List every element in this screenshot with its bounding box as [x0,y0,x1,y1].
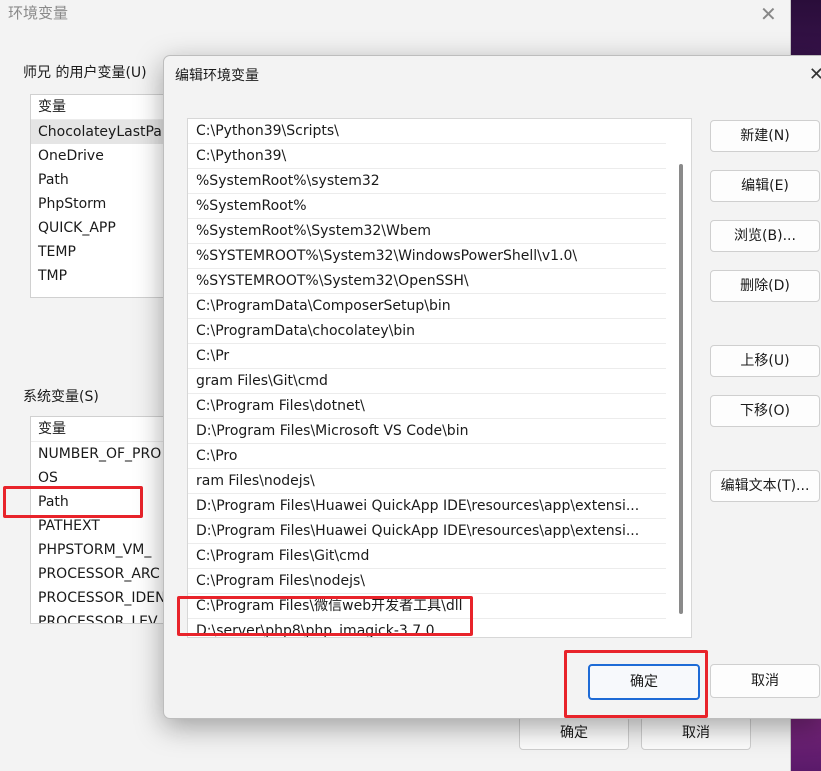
path-entry[interactable]: C:\Program Files\微信web开发者工具\dll [188,594,666,619]
edit-environment-variable-dialog: 编辑环境变量 ✕ C:\Python39\Scripts\ C:\Python3… [163,55,821,719]
delete-button[interactable]: 删除(D) [710,270,820,302]
system-variables-label: 系统变量(S) [23,389,99,405]
path-entry[interactable]: D:\Program Files\Microsoft VS Code\bin [188,419,666,444]
edit-button[interactable]: 编辑(E) [710,170,820,202]
path-entry[interactable]: %SYSTEMROOT%\System32\OpenSSH\ [188,269,666,294]
close-icon[interactable]: ✕ [760,2,777,26]
move-up-button[interactable]: 上移(U) [710,345,820,377]
path-entry[interactable]: D:\Program Files\Huawei QuickApp IDE\res… [188,519,666,544]
edit-text-button[interactable]: 编辑文本(T)... [710,470,820,502]
path-entry[interactable]: ram Files\nodejs\ [188,469,666,494]
path-entry[interactable]: C:\Pro [188,444,666,469]
path-entry[interactable]: %SystemRoot%\system32 [188,169,666,194]
move-down-button[interactable]: 下移(O) [710,395,820,427]
path-entry[interactable]: C:\Program Files\dotnet\ [188,394,666,419]
ok-button[interactable]: 确定 [588,664,700,700]
path-entry[interactable]: C:\Python39\Scripts\ [188,119,666,144]
window-title: 环境变量 [8,4,69,22]
cancel-button[interactable]: 取消 [641,716,751,750]
path-entry[interactable]: %SystemRoot% [188,194,666,219]
path-entry[interactable]: C:\Python39\ [188,144,666,169]
path-entry[interactable]: C:\Pr [188,344,666,369]
user-variables-label: 师兄 的用户变量(U) [23,65,147,81]
dialog-title: 编辑环境变量 [175,68,259,84]
close-icon[interactable]: ✕ [809,64,821,85]
vertical-scrollbar[interactable] [679,164,683,614]
path-list[interactable]: C:\Python39\Scripts\ C:\Python39\ %Syste… [187,118,692,638]
path-entry[interactable]: %SYSTEMROOT%\System32\WindowsPowerShell\… [188,244,666,269]
path-entry[interactable]: D:\Program Files\Huawei QuickApp IDE\res… [188,494,666,519]
path-entry[interactable]: C:\ProgramData\chocolatey\bin [188,319,666,344]
path-entry-new[interactable]: D:\server\php8\php_imagick-3.7.0 [188,619,666,637]
path-entry[interactable]: C:\Program Files\nodejs\ [188,569,666,594]
browse-button[interactable]: 浏览(B)... [710,220,820,252]
cancel-button[interactable]: 取消 [710,664,820,698]
path-entry[interactable]: C:\ProgramData\ComposerSetup\bin [188,294,666,319]
new-button[interactable]: 新建(N) [710,120,820,152]
path-entry[interactable]: %SystemRoot%\System32\Wbem [188,219,666,244]
ok-button[interactable]: 确定 [519,716,629,750]
path-entry[interactable]: gram Files\Git\cmd [188,369,666,394]
path-entry[interactable]: C:\Program Files\Git\cmd [188,544,666,569]
